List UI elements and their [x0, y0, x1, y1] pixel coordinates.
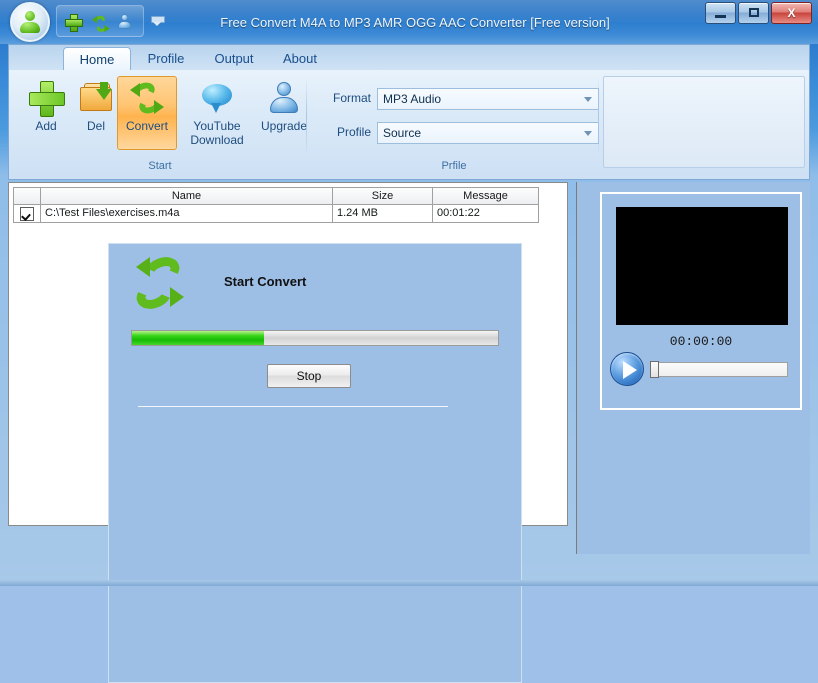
tab-output[interactable]: Output	[201, 47, 267, 71]
ribbon-group-empty	[601, 74, 807, 174]
convert-recycle-icon	[134, 256, 190, 314]
format-row: Format MP3 Audio	[317, 88, 601, 110]
format-value: MP3 Audio	[383, 92, 441, 106]
preview-box: 00:00:00	[600, 192, 802, 410]
youtube-bubble-icon	[198, 79, 236, 117]
tab-about[interactable]: About	[269, 47, 331, 71]
row-size: 1.24 MB	[333, 205, 433, 223]
column-header-size[interactable]: Size	[333, 187, 433, 205]
ribbon-button-convert[interactable]: Convert	[117, 76, 177, 150]
app-logo[interactable]	[10, 2, 50, 42]
add-plus-icon[interactable]	[64, 13, 82, 31]
preview-panel: 00:00:00	[576, 182, 810, 554]
maximize-button[interactable]	[738, 2, 769, 24]
file-table: Name Size Message C:\Test Files\exercise…	[13, 187, 563, 225]
table-header-row: Name Size Message	[13, 187, 563, 205]
profile-label: Profile	[317, 125, 371, 139]
tab-strip: Home Profile Output About	[8, 44, 810, 70]
ribbon-group-profile: Format MP3 Audio Profile Source Prfile	[309, 74, 599, 174]
ribbon-group-start-label: Start	[13, 160, 307, 172]
tab-profile[interactable]: Profile	[133, 47, 199, 71]
format-select[interactable]: MP3 Audio	[377, 88, 599, 110]
minimize-button[interactable]	[705, 2, 736, 24]
seek-slider[interactable]	[652, 362, 788, 377]
preview-timecode: 00:00:00	[602, 334, 800, 349]
column-header-name[interactable]: Name	[41, 187, 333, 205]
ribbon-button-youtube-download[interactable]: YouTube Download	[181, 76, 253, 150]
row-checkbox[interactable]	[20, 207, 34, 221]
row-name: C:\Test Files\exercises.m4a	[41, 205, 333, 223]
status-bar	[0, 580, 818, 586]
folder-delete-icon	[77, 79, 115, 117]
ribbon-empty-panel	[603, 76, 805, 168]
convert-recycle-icon	[128, 79, 166, 117]
window-controls: X	[703, 2, 812, 24]
tab-home[interactable]: Home	[63, 47, 131, 71]
customize-dropdown-icon[interactable]	[148, 12, 166, 30]
ribbon-button-upgrade[interactable]: Upgrade	[255, 76, 313, 150]
panel-divider	[138, 406, 448, 407]
minimize-icon	[715, 15, 726, 18]
close-button[interactable]: X	[771, 2, 812, 24]
conversion-progress-bar	[131, 330, 499, 346]
convert-recycle-icon[interactable]	[90, 13, 108, 31]
ribbon-group-profile-label: Prfile	[309, 160, 599, 172]
progress-fill	[132, 331, 264, 345]
ribbon-button-youtube-download-label: YouTube Download	[182, 119, 252, 147]
ribbon-button-add-label: Add	[18, 119, 74, 133]
upgrade-user-icon[interactable]	[116, 13, 134, 31]
convert-panel: Start Convert Stop	[108, 243, 522, 683]
close-icon: X	[787, 6, 795, 20]
upgrade-user-icon	[265, 79, 303, 117]
group-separator	[306, 78, 307, 156]
main-area: Name Size Message C:\Test Files\exercise…	[8, 182, 810, 554]
format-label: Format	[317, 91, 371, 105]
row-checkbox-cell[interactable]	[13, 205, 41, 223]
maximize-icon	[749, 8, 759, 17]
title-bar: Free Convert M4A to MP3 AMR OGG AAC Conv…	[0, 0, 818, 44]
column-header-select[interactable]	[13, 187, 41, 205]
window-title: Free Convert M4A to MP3 AMR OGG AAC Conv…	[205, 15, 625, 30]
app-person-icon	[19, 11, 41, 33]
convert-status-title: Start Convert	[224, 274, 306, 289]
ribbon-button-upgrade-label: Upgrade	[256, 119, 312, 133]
profile-value: Source	[383, 126, 421, 140]
play-icon	[623, 361, 637, 379]
plus-icon	[27, 79, 65, 117]
row-message: 00:01:22	[433, 205, 539, 223]
chevron-down-icon	[584, 131, 592, 136]
group-separator	[598, 78, 599, 156]
application-window: Free Convert M4A to MP3 AMR OGG AAC Conv…	[0, 0, 818, 586]
ribbon-button-convert-label: Convert	[118, 119, 176, 133]
left-panel: Name Size Message C:\Test Files\exercise…	[8, 182, 568, 526]
seek-handle[interactable]	[650, 361, 659, 378]
ribbon-group-start: Add Del Convert	[13, 74, 307, 174]
quick-access-toolbar	[56, 5, 144, 37]
play-button[interactable]	[610, 352, 644, 386]
profile-select[interactable]: Source	[377, 122, 599, 144]
column-header-message[interactable]: Message	[433, 187, 539, 205]
chevron-down-icon	[584, 97, 592, 102]
table-row[interactable]: C:\Test Files\exercises.m4a 1.24 MB 00:0…	[13, 205, 563, 223]
ribbon: Add Del Convert	[8, 70, 810, 180]
video-display[interactable]	[616, 207, 788, 325]
profile-row: Profile Source	[317, 122, 601, 144]
stop-button[interactable]: Stop	[267, 364, 351, 388]
ribbon-button-del-label: Del	[68, 119, 124, 133]
